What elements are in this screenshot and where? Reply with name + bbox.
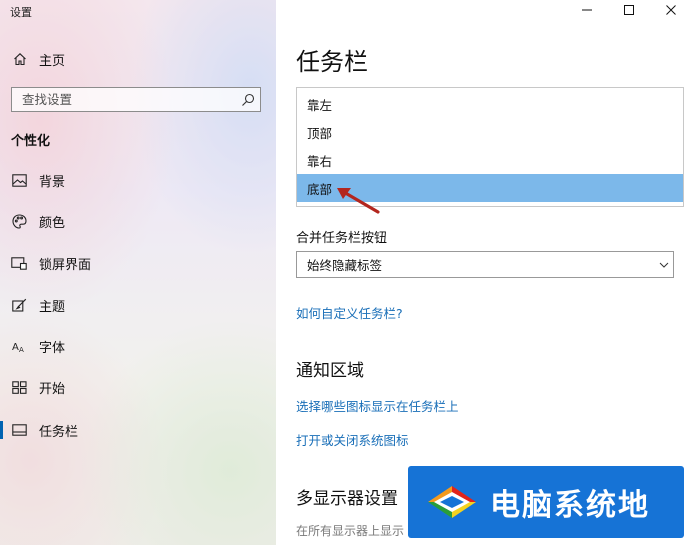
maximize-icon (624, 5, 634, 15)
page-title: 任务栏 (296, 48, 368, 76)
search-icon[interactable] (236, 93, 260, 107)
close-button[interactable] (650, 0, 692, 20)
select-tray-icons-link[interactable]: 选择哪些图标显示在任务栏上 (296, 396, 459, 415)
sidebar-item-taskbar[interactable]: 任务栏 (0, 413, 276, 447)
sidebar-item-label: 开始 (39, 381, 66, 397)
search-box[interactable] (11, 87, 261, 112)
annotation-arrow (337, 188, 380, 214)
combine-buttons-select[interactable]: 始终隐藏标签 (296, 251, 674, 278)
dropdown-option[interactable]: 靠右 (297, 146, 683, 174)
watermark-label: 电脑系统 (490, 488, 618, 523)
window-controls (566, 0, 692, 20)
search-input[interactable] (12, 88, 236, 111)
watermark-text: 电脑系统地 (490, 480, 650, 524)
svg-text:A: A (19, 346, 24, 353)
multiple-displays-heading: 多显示器设置 (296, 489, 398, 509)
notification-area-heading: 通知区域 (296, 361, 364, 381)
sidebar-item-label: 锁屏界面 (39, 257, 92, 273)
dropdown-option[interactable]: 靠左 (297, 90, 683, 118)
customize-taskbar-link[interactable]: 如何自定义任务栏? (296, 303, 403, 322)
maximize-button[interactable] (608, 0, 650, 20)
sidebar-item-fonts[interactable]: A A 字体 (0, 329, 276, 363)
taskbar-icon (10, 422, 28, 438)
dropdown-option[interactable]: 顶部 (297, 118, 683, 146)
sidebar-item-themes[interactable]: 主题 (0, 288, 276, 322)
home-icon (12, 51, 28, 67)
image-icon (10, 172, 28, 188)
section-title: 个性化 (11, 134, 51, 149)
watermark-last-char: 地 (616, 480, 650, 524)
sidebar-item-label: 背景 (39, 174, 66, 190)
sidebar-item-label: 主页 (39, 53, 66, 69)
multiple-displays-hint: 在所有显示器上显示 (296, 524, 405, 538)
select-value: 始终隐藏标签 (307, 258, 383, 273)
app-title: 设置 (10, 6, 32, 19)
sidebar-item-label: 字体 (39, 340, 66, 356)
svg-text:A: A (12, 342, 19, 353)
sidebar-item-label: 颜色 (39, 215, 66, 231)
chevron-down-icon (659, 262, 669, 268)
start-menu-icon (10, 379, 28, 395)
system-icons-link[interactable]: 打开或关闭系统图标 (296, 430, 409, 449)
sidebar: 设置 主页 个性化 背景 颜 (0, 0, 276, 545)
minimize-icon (582, 9, 592, 11)
palette-icon (10, 213, 28, 229)
sidebar-item-colors[interactable]: 颜色 (0, 204, 276, 238)
theme-brush-icon (10, 297, 28, 313)
watermark-logo-icon (428, 486, 476, 518)
font-icon: A A (10, 338, 28, 354)
sidebar-item-label: 任务栏 (39, 424, 79, 440)
sidebar-item-label: 主题 (39, 299, 66, 315)
site-watermark: 电脑系统地 (408, 466, 684, 538)
sidebar-item-background[interactable]: 背景 (0, 163, 276, 197)
sidebar-item-home[interactable]: 主页 (0, 42, 276, 76)
combine-buttons-label: 合并任务栏按钮 (296, 231, 388, 246)
minimize-button[interactable] (566, 0, 608, 20)
lock-screen-icon (10, 255, 28, 271)
sidebar-item-lock-screen[interactable]: 锁屏界面 (0, 246, 276, 280)
sidebar-item-start[interactable]: 开始 (0, 370, 276, 404)
close-icon (666, 5, 676, 15)
